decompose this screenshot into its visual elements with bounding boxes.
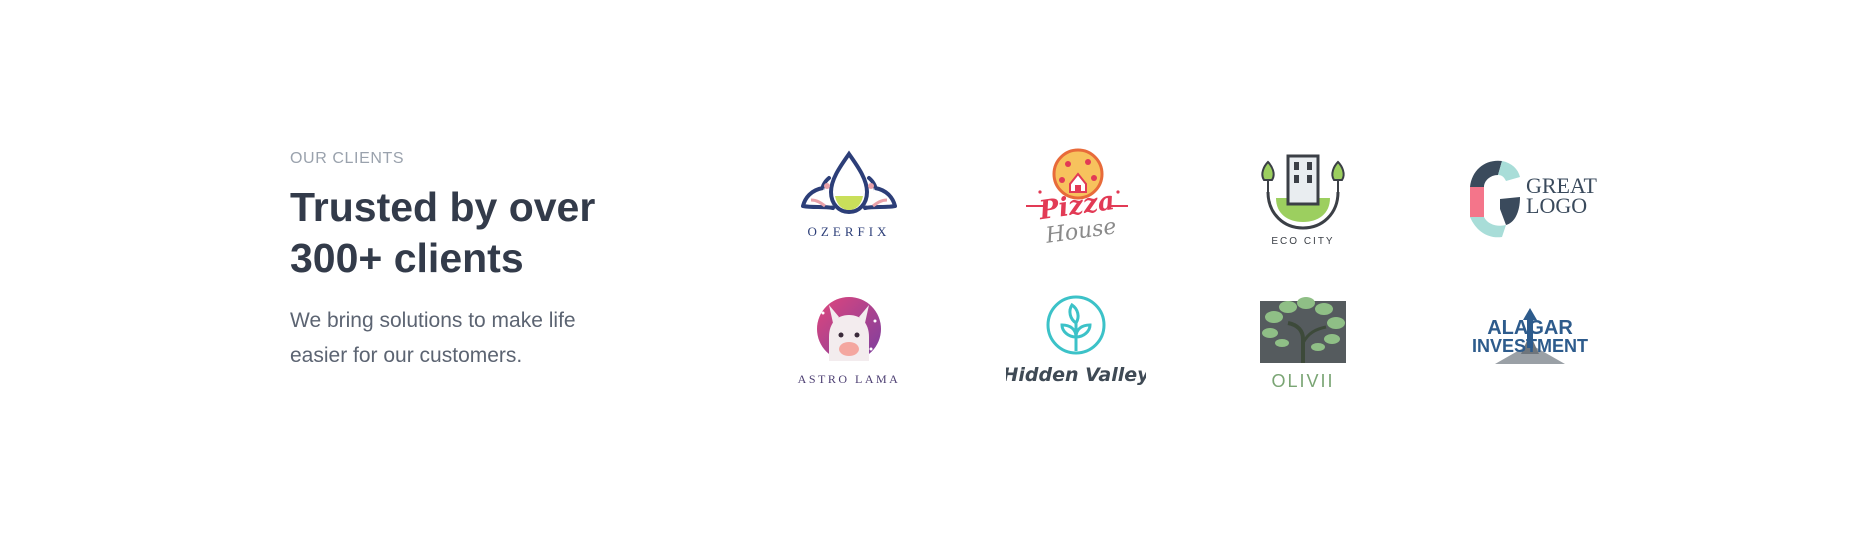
client-logo-pizza-house: Pizza House [962,125,1189,270]
client-logo-hidden-valley: Hidden Valley [962,270,1189,415]
section-subtext: We bring solutions to make life easier f… [290,309,576,367]
client-logo-great-logo: GREAT LOGO [1416,125,1643,270]
section-eyebrow: OUR CLIENTS [290,150,405,167]
client-logo-astro-lama: ASTRO LAMA [735,270,962,415]
great-logo-logo-icon: GREAT LOGO [1469,160,1597,237]
investment-wordmark: INVESTMENT [1471,336,1587,356]
section-headline: Trusted by over 300+ clients [290,184,596,281]
alagar-investment-logo-icon: ALAGAR INVESTMENT [1471,307,1588,364]
hidden-valley-logo-icon: Hidden Valley [1006,295,1146,386]
ozerfix-wordmark: OZERFIX [807,224,890,239]
olivii-logo-icon: OLIVII [1259,296,1346,391]
eco-city-wordmark: ECO CITY [1271,236,1334,247]
clients-section: OUR CLIENTS Trusted by over 300+ clients… [0,0,1870,533]
client-logo-grid: OZERFIX Pizza House ECO CITY GREAT LOGO … [735,125,1645,415]
astro-lama-logo-icon: ASTRO LAMA [797,296,900,386]
logo-wordmark: LOGO [1526,193,1587,218]
hidden-valley-wordmark: Hidden Valley [1006,364,1146,386]
pizza-house-logo-icon: Pizza House [1025,148,1128,248]
client-logo-ozerfix: OZERFIX [735,125,962,270]
eco-city-logo-icon: ECO CITY [1260,154,1345,247]
astro-lama-wordmark: ASTRO LAMA [797,372,900,386]
client-logo-alagar-investment: ALAGAR INVESTMENT [1416,270,1643,415]
olivii-wordmark: OLIVII [1271,371,1334,391]
client-logo-olivii: OLIVII [1189,270,1416,415]
client-logo-eco-city: ECO CITY [1189,125,1416,270]
clients-intro: OUR CLIENTS Trusted by over 300+ clients… [290,150,650,373]
ozerfix-logo-icon: OZERFIX [800,150,897,239]
